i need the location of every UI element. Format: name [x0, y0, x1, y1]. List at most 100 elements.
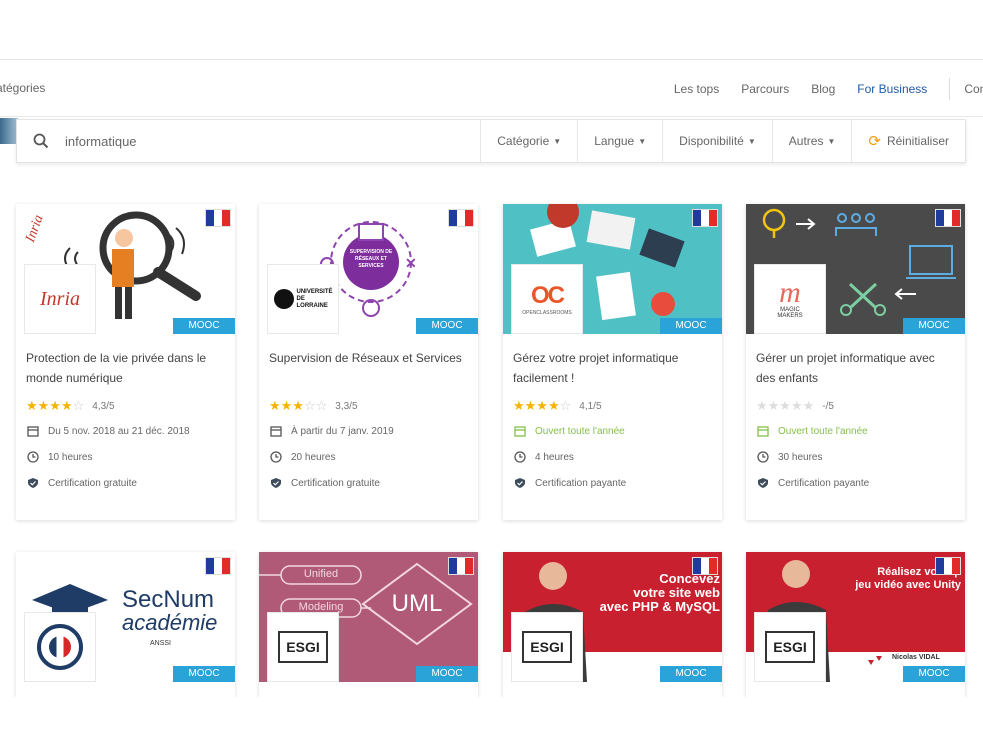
- mooc-badge: MOOC: [903, 666, 965, 682]
- image-small-text: ANSSI: [150, 640, 172, 647]
- clock-icon: [26, 451, 40, 463]
- logo-text: ESGI: [765, 631, 815, 663]
- course-card[interactable]: Inria Inria MOOC Protection de la vie pr…: [16, 204, 235, 520]
- star-empty-icon: ☆: [72, 398, 85, 413]
- filter-disponibilite[interactable]: Disponibilité ▼: [662, 119, 772, 163]
- nav-link-tops[interactable]: Les tops: [674, 82, 719, 96]
- course-card[interactable]: OC OPENCLASSROOMS MOOC Gérez votre proje…: [503, 204, 722, 520]
- mooc-badge: MOOC: [173, 318, 235, 334]
- star-icon: ★★★★: [26, 398, 73, 413]
- filter-categorie-label: Catégorie: [497, 134, 550, 148]
- flag-fr-icon: [205, 557, 231, 575]
- course-duration-text: 30 heures: [778, 451, 823, 463]
- star-empty-icon: ☆: [559, 398, 572, 413]
- star-empty-icon: ★★★★★: [756, 398, 815, 413]
- course-certification: Certification payante: [513, 475, 712, 491]
- clock-icon: [513, 451, 527, 463]
- partner-logo: Inria: [24, 264, 96, 334]
- rating-value: 4,3/5: [92, 400, 115, 412]
- course-title[interactable]: Protection de la vie privée dans le mond…: [26, 348, 225, 392]
- rating: ★★★★★ -/5: [756, 398, 955, 414]
- course-duration: 30 heures: [756, 449, 955, 465]
- image-presenter: Nicolas VIDAL: [892, 654, 940, 661]
- nav-link-for-business[interactable]: For Business: [857, 82, 927, 96]
- nav-separator: [949, 78, 951, 100]
- partner-logo: ESGI: [511, 612, 583, 682]
- image-subtitle: académie: [122, 610, 218, 635]
- flag-fr-icon: [692, 557, 718, 575]
- course-image: SecNum académie ANSSI MOOC: [16, 552, 235, 682]
- course-duration: 4 heures: [513, 449, 712, 465]
- search-icon[interactable]: [17, 119, 65, 163]
- calendar-icon: [269, 425, 283, 437]
- course-certification-text: Certification payante: [778, 477, 870, 489]
- nav-link-blog[interactable]: Blog: [811, 82, 835, 96]
- course-dates: À partir du 7 janv. 2019: [269, 423, 468, 439]
- course-duration: 10 heures: [26, 449, 225, 465]
- course-duration-text: 20 heures: [291, 451, 336, 463]
- image-line: avec PHP & MySQL: [599, 599, 720, 614]
- course-dates: Du 5 nov. 2018 au 21 déc. 2018: [26, 423, 225, 439]
- course-duration-text: 4 heures: [535, 451, 574, 463]
- course-duration-text: 10 heures: [48, 451, 93, 463]
- filter-categorie[interactable]: Catégorie ▼: [480, 119, 577, 163]
- course-duration: 20 heures: [269, 449, 468, 465]
- shield-icon: [756, 477, 770, 489]
- flag-fr-icon: [205, 209, 231, 227]
- course-card[interactable]: ✕ SUPERVISION DE RÉSEAUX ET SERVICES UNI…: [259, 204, 478, 520]
- flag-fr-icon: [448, 209, 474, 227]
- caret-down-icon: ▼: [827, 136, 836, 146]
- course-image: m MAGIC MAKERS MOOC: [746, 204, 965, 334]
- partner-logo: UNIVERSITÉ DE LORRAINE: [267, 264, 339, 334]
- nav-link-connexion[interactable]: Conn: [964, 82, 983, 96]
- nav-categories[interactable]: atégories: [0, 81, 45, 95]
- filter-langue-label: Langue: [594, 134, 635, 148]
- search-input[interactable]: informatique: [65, 134, 480, 149]
- rating: ★★★★ ☆ 4,1/5: [513, 398, 712, 414]
- logo-text: UNIVERSITÉ DE LORRAINE: [296, 288, 333, 309]
- mooc-badge: MOOC: [660, 318, 722, 334]
- course-image: Réalisez votre p jeu vidéo avec Unity Ni…: [746, 552, 965, 682]
- filter-langue[interactable]: Langue ▼: [577, 119, 662, 163]
- clock-icon: [756, 451, 770, 463]
- svg-text:Inria: Inria: [23, 213, 47, 245]
- course-card[interactable]: SecNum académie ANSSI MOOC: [16, 552, 235, 697]
- course-card[interactable]: Réalisez votre p jeu vidéo avec Unity Ni…: [746, 552, 965, 697]
- nav-link-parcours[interactable]: Parcours: [741, 82, 789, 96]
- course-dates: Ouvert toute l'année: [513, 423, 712, 439]
- logo-text: ESGI: [278, 631, 328, 663]
- image-big-text: UML: [391, 590, 443, 617]
- partner-logo: [24, 612, 96, 682]
- rating-value: -/5: [822, 400, 834, 412]
- course-title[interactable]: Gérer un projet informatique avec des en…: [756, 348, 955, 392]
- flag-fr-icon: [448, 557, 474, 575]
- mooc-badge: MOOC: [416, 318, 478, 334]
- course-card[interactable]: m MAGIC MAKERS MOOC Gérer un projet info…: [746, 204, 965, 520]
- reset-button[interactable]: ⟳ Réinitialiser: [851, 119, 965, 163]
- course-certification: Certification payante: [756, 475, 955, 491]
- shield-icon: [513, 477, 527, 489]
- shield-icon: [26, 477, 40, 489]
- rating: ★★★ ☆☆ 3,3/5: [269, 398, 468, 414]
- filter-disponibilite-label: Disponibilité: [679, 134, 744, 148]
- mooc-badge: MOOC: [173, 666, 235, 682]
- course-title[interactable]: Gérez votre projet informatique facileme…: [513, 348, 712, 392]
- logo-text: MAGIC MAKERS: [777, 307, 803, 319]
- course-card[interactable]: Concevez votre site web avec PHP & MySQL…: [503, 552, 722, 697]
- course-card[interactable]: Unified Modeling UML ESGI MOOC: [259, 552, 478, 697]
- filter-autres[interactable]: Autres ▼: [771, 119, 852, 163]
- mooc-badge: MOOC: [416, 666, 478, 682]
- image-headline: Concevez votre site web avec PHP & MySQL: [600, 572, 720, 614]
- nav-links: Les tops Parcours Blog For Business Conn: [652, 61, 983, 117]
- course-image: OC OPENCLASSROOMS MOOC: [503, 204, 722, 334]
- caret-down-icon: ▼: [638, 136, 647, 146]
- mooc-badge: MOOC: [660, 666, 722, 682]
- course-title[interactable]: Supervision de Réseaux et Services: [269, 348, 468, 392]
- course-image: Concevez votre site web avec PHP & MySQL…: [503, 552, 722, 682]
- bottom-margin: [0, 697, 983, 755]
- course-certification: Certification gratuite: [269, 475, 468, 491]
- image-line: jeu vidéo avec Unity: [855, 579, 961, 591]
- top-nav: atégories Les tops Parcours Blog For Bus…: [0, 61, 983, 117]
- rating-value: 3,3/5: [335, 400, 358, 412]
- star-icon: ★★★: [269, 398, 304, 413]
